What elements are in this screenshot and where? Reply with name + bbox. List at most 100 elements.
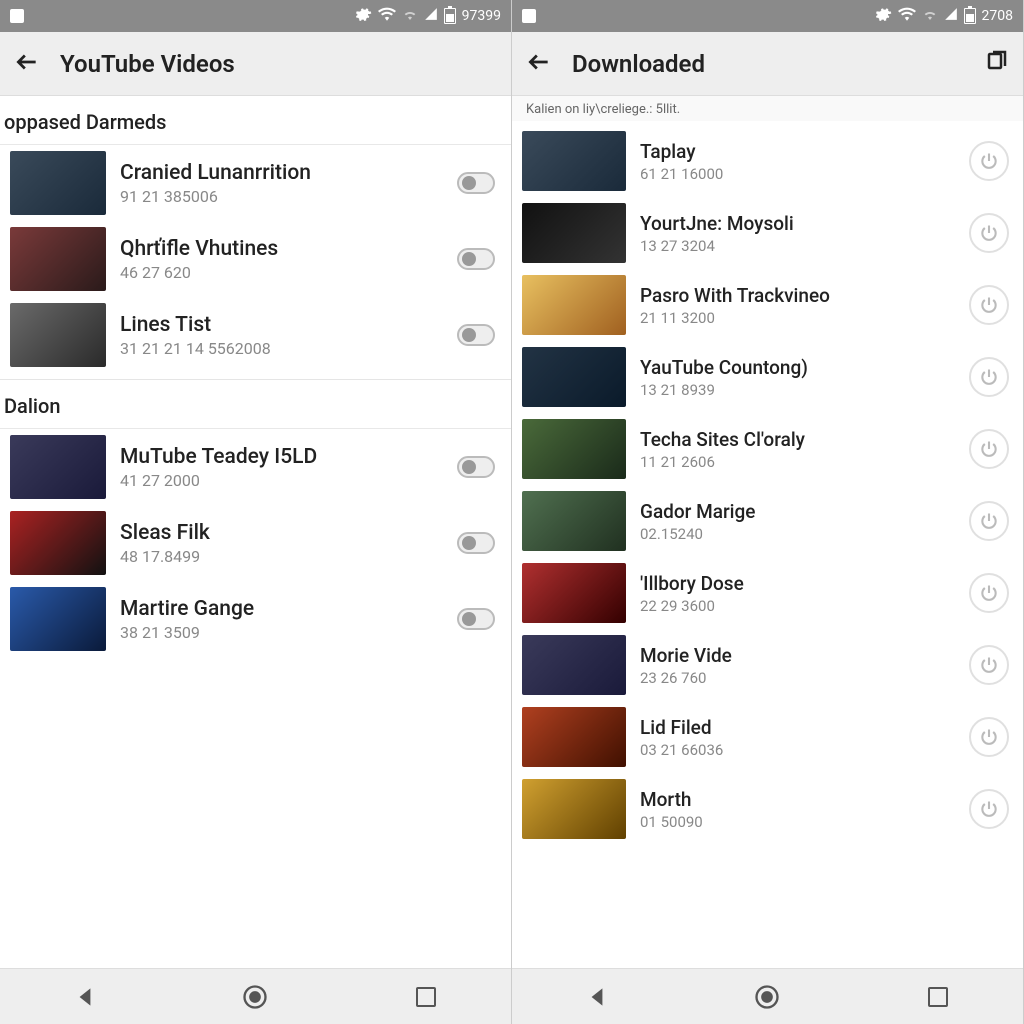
- download-toggle[interactable]: [457, 608, 495, 630]
- copy-icon[interactable]: [985, 50, 1009, 78]
- video-title: Cranied Lunanrrition: [120, 161, 443, 185]
- power-icon[interactable]: [969, 285, 1009, 325]
- wifi-icon: [378, 7, 396, 25]
- video-info: MuTube Teadey I5LD41 27 2000: [120, 445, 443, 490]
- video-row[interactable]: Morie Vide23 26 760: [512, 629, 1023, 701]
- nav-recent-button[interactable]: [409, 980, 443, 1014]
- video-row[interactable]: Gador Marige 02.15240: [512, 485, 1023, 557]
- video-row[interactable]: YourtJne: Moysoli13 27 3204: [512, 197, 1023, 269]
- nav-recent-button[interactable]: [921, 980, 955, 1014]
- video-info: Cranied Lunanrrition 91 21 385006: [120, 161, 443, 206]
- power-icon[interactable]: [969, 357, 1009, 397]
- video-row[interactable]: Cranied Lunanrrition 91 21 385006: [0, 145, 511, 221]
- power-icon[interactable]: [969, 141, 1009, 181]
- nav-bar: [512, 968, 1023, 1024]
- download-toggle[interactable]: [457, 172, 495, 194]
- section-header: Dalion: [0, 384, 511, 429]
- video-title: Taplay: [640, 140, 955, 163]
- power-icon[interactable]: [969, 645, 1009, 685]
- video-thumbnail: [522, 347, 626, 407]
- video-row[interactable]: Taplay 61 21 16000: [512, 125, 1023, 197]
- video-thumbnail: [522, 491, 626, 551]
- video-info: Morie Vide23 26 760: [640, 644, 955, 687]
- video-title: Sleas Filk: [120, 521, 443, 545]
- video-title: Techa Sites Cl'oraly: [640, 428, 955, 451]
- nav-back-button[interactable]: [68, 980, 102, 1014]
- video-info: Sleas Filk 48 17.8499: [120, 521, 443, 566]
- video-row[interactable]: Martire Gange38 21 3509: [0, 581, 511, 657]
- video-thumbnail: [522, 203, 626, 263]
- wifi-icon-2: [402, 8, 418, 24]
- sub-header: Kalien on liy\creliege.: 5llit.: [512, 96, 1023, 121]
- nav-bar: [0, 968, 511, 1024]
- battery-icon: [444, 8, 456, 24]
- signal-icon: [944, 7, 958, 25]
- video-thumbnail: [522, 707, 626, 767]
- video-row[interactable]: Techa Sites Cl'oraly 11 21 2606: [512, 413, 1023, 485]
- back-button[interactable]: [526, 49, 552, 79]
- status-time: 2708: [982, 8, 1013, 24]
- video-meta: 11 21 2606: [640, 453, 955, 471]
- video-row[interactable]: Lid Filed03 21 66036: [512, 701, 1023, 773]
- video-row[interactable]: MuTube Teadey I5LD41 27 2000: [0, 429, 511, 505]
- back-button[interactable]: [14, 49, 40, 79]
- video-info: Qhrťifle Vhutines46 27 620: [120, 237, 443, 282]
- power-icon[interactable]: [969, 213, 1009, 253]
- status-time: 97399: [462, 8, 501, 24]
- video-row[interactable]: Qhrťifle Vhutines46 27 620: [0, 221, 511, 297]
- video-info: Taplay 61 21 16000: [640, 140, 955, 183]
- status-bar: 2708: [512, 0, 1023, 32]
- nav-home-button[interactable]: [750, 980, 784, 1014]
- power-icon[interactable]: [969, 429, 1009, 469]
- video-row[interactable]: YauTube Countong)13 21 8939: [512, 341, 1023, 413]
- video-meta: 31 21 21 14 5562008: [120, 339, 443, 358]
- app-bar: YouTube Videos: [0, 32, 511, 96]
- video-title: YourtJne: Moysoli: [640, 212, 955, 235]
- download-toggle[interactable]: [457, 248, 495, 270]
- video-meta: 61 21 16000: [640, 165, 955, 183]
- video-row[interactable]: Lines Tist 31 21 21 14 5562008: [0, 297, 511, 373]
- video-title: Qhrťifle Vhutines: [120, 237, 443, 261]
- power-icon[interactable]: [969, 717, 1009, 757]
- video-info: Gador Marige 02.15240: [640, 500, 955, 543]
- video-thumbnail: [10, 587, 106, 651]
- divider: [0, 379, 511, 380]
- right-screen: 2708 Downloaded Kalien on liy\creliege.:…: [512, 0, 1024, 1024]
- video-title: Gador Marige: [640, 500, 955, 523]
- video-info: Martire Gange38 21 3509: [120, 597, 443, 642]
- video-meta: 02.15240: [640, 525, 955, 543]
- download-toggle[interactable]: [457, 456, 495, 478]
- nav-home-button[interactable]: [238, 980, 272, 1014]
- video-title: MuTube Teadey I5LD: [120, 445, 443, 469]
- battery-icon: [964, 8, 976, 24]
- download-toggle[interactable]: [457, 532, 495, 554]
- video-meta: 48 17.8499: [120, 547, 443, 566]
- nav-back-button[interactable]: [580, 980, 614, 1014]
- video-info: YauTube Countong)13 21 8939: [640, 356, 955, 399]
- video-meta: 91 21 385006: [120, 187, 443, 206]
- video-thumbnail: [10, 151, 106, 215]
- video-title: Morth: [640, 788, 955, 811]
- power-icon[interactable]: [969, 573, 1009, 613]
- video-info: Lid Filed03 21 66036: [640, 716, 955, 759]
- video-meta: 13 21 8939: [640, 381, 955, 399]
- video-thumbnail: [522, 563, 626, 623]
- video-meta: 38 21 3509: [120, 623, 443, 642]
- video-title: Lines Tist: [120, 313, 443, 337]
- video-thumbnail: [522, 635, 626, 695]
- video-row[interactable]: Pasro With Trackvineo21 11 3200: [512, 269, 1023, 341]
- content-area[interactable]: oppased DarmedsCranied Lunanrrition91 21…: [0, 96, 511, 968]
- video-thumbnail: [10, 435, 106, 499]
- content-area[interactable]: Taplay 61 21 16000 YourtJne: Moysoli13 27 …: [512, 121, 1023, 968]
- download-toggle[interactable]: [457, 324, 495, 346]
- app-title: YouTube Videos: [60, 50, 497, 78]
- video-row[interactable]: Morth 01 50090: [512, 773, 1023, 845]
- video-title: Morie Vide: [640, 644, 955, 667]
- app-bar: Downloaded: [512, 32, 1023, 96]
- video-meta: 01 50090: [640, 813, 955, 831]
- video-row[interactable]: 'Illbory Dose22 29 3600: [512, 557, 1023, 629]
- power-icon[interactable]: [969, 501, 1009, 541]
- video-info: Techa Sites Cl'oraly 11 21 2606: [640, 428, 955, 471]
- video-row[interactable]: Sleas Filk 48 17.8499: [0, 505, 511, 581]
- power-icon[interactable]: [969, 789, 1009, 829]
